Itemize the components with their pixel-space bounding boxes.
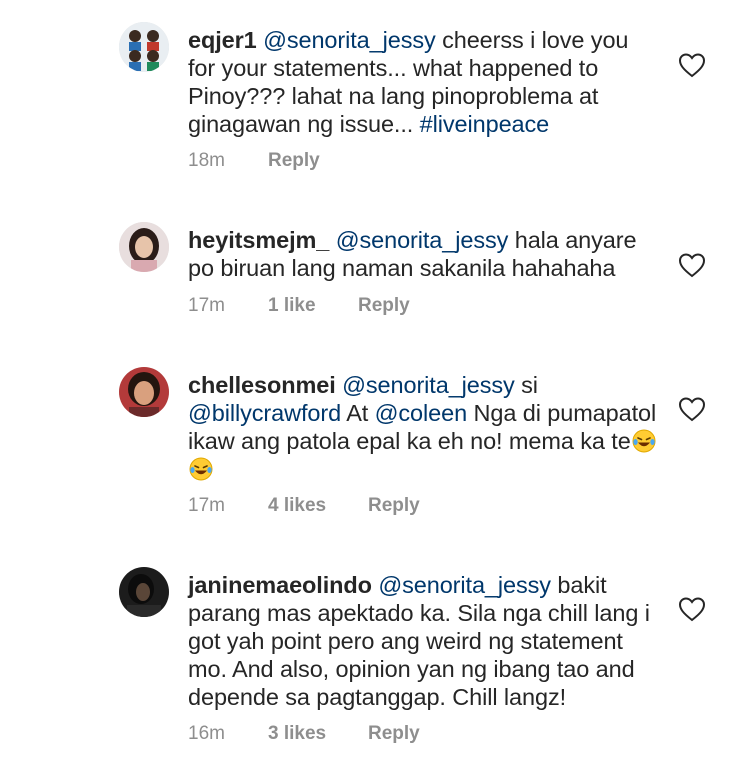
comment-text: janinemaeolindo @senorita_jessy bakit pa… <box>188 571 658 711</box>
comment-time: 18m <box>188 150 225 171</box>
comment-mention[interactable]: @senorita_jessy <box>263 27 436 53</box>
comment-body: At <box>346 400 369 426</box>
comment-meta: 17m 1 like Reply <box>188 295 410 317</box>
heart-outline-icon[interactable] <box>678 596 706 622</box>
comment-mention[interactable]: @senorita_jessy <box>378 572 551 598</box>
comment-meta: 16m 3 likes Reply <box>188 723 420 745</box>
avatar[interactable] <box>119 367 169 417</box>
reply-button[interactable]: Reply <box>368 723 420 745</box>
comment-time: 17m <box>188 495 225 516</box>
comment-mention[interactable]: @senorita_jessy <box>342 372 515 398</box>
comment-likes[interactable]: 3 likes <box>268 723 368 745</box>
comment-mention[interactable]: @coleen <box>375 400 468 426</box>
heart-outline-icon[interactable] <box>678 52 706 78</box>
avatar[interactable] <box>119 222 169 272</box>
comment-body: si <box>521 372 538 398</box>
comment-mention[interactable]: @senorita_jessy <box>336 227 509 253</box>
reply-button[interactable]: Reply <box>268 150 320 172</box>
comment-username[interactable]: eqjer1 <box>188 27 257 53</box>
comment-hashtag[interactable]: #liveinpeace <box>420 111 550 137</box>
comment-text: heyitsmejm_ @senorita_jessy hala anyare … <box>188 226 658 282</box>
comment-text: chellesonmei @senorita_jessy si @billycr… <box>188 371 658 483</box>
comment-username[interactable]: chellesonmei <box>188 372 336 398</box>
comment-meta: 17m 4 likes Reply <box>188 495 420 517</box>
comment-text: eqjer1 @senorita_jessy cheerss i love yo… <box>188 26 658 138</box>
heart-outline-icon[interactable] <box>678 252 706 278</box>
comment-time: 17m <box>188 295 225 316</box>
comment-username[interactable]: heyitsmejm_ <box>188 227 329 253</box>
reply-button[interactable]: Reply <box>368 495 420 517</box>
laughing-tears-emoji <box>632 429 656 453</box>
reply-button[interactable]: Reply <box>358 295 410 317</box>
avatar[interactable] <box>119 22 169 72</box>
comment-mention[interactable]: @billycrawford <box>188 400 341 426</box>
laughing-tears-emoji <box>189 457 213 481</box>
avatar[interactable] <box>119 567 169 617</box>
heart-outline-icon[interactable] <box>678 396 706 422</box>
comment-username[interactable]: janinemaeolindo <box>188 572 372 598</box>
comment-likes[interactable]: 4 likes <box>268 495 368 517</box>
comment-meta: 18m Reply <box>188 150 320 172</box>
comment-time: 16m <box>188 723 225 744</box>
comment-likes[interactable]: 1 like <box>268 295 358 317</box>
